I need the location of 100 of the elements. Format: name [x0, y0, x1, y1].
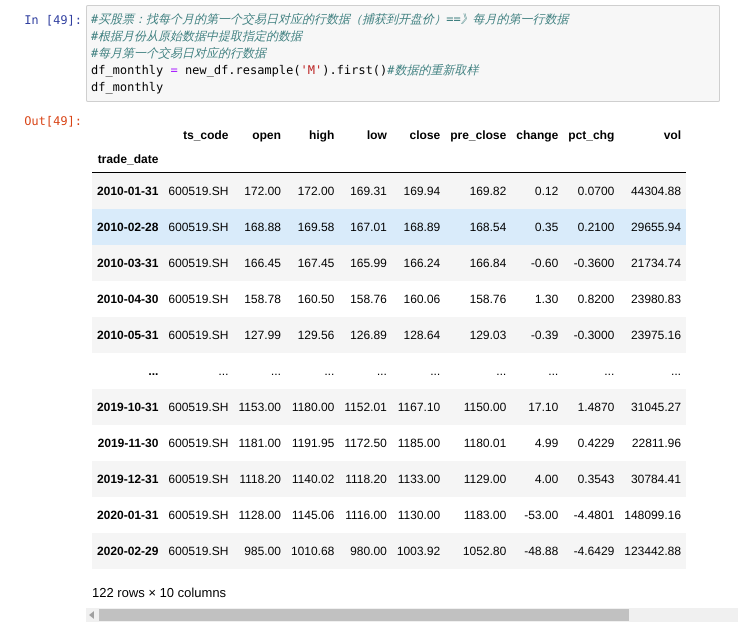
table-cell: 1180.00 — [286, 389, 340, 425]
table-cell: ... — [286, 353, 340, 389]
table-cell: 166.84 — [445, 245, 512, 281]
table-cell: 168.88 — [233, 209, 286, 245]
code-line: #买股票：找每个月的第一个交易日对应的行数据（捕获到开盘价）==》每月的第一行数据 — [91, 11, 571, 28]
table-cell: 167.01 — [339, 209, 392, 245]
row-index: 2010-03-31 — [92, 245, 164, 281]
table-cell: 169.94 — [392, 172, 446, 209]
row-index: 2010-04-30 — [92, 281, 164, 317]
table-cell: -0.39 — [511, 317, 564, 353]
table-cell: 21734.74 — [619, 245, 686, 281]
table-cell: 129.56 — [286, 317, 340, 353]
table-cell: -4.6429 — [563, 533, 620, 569]
table-cell: 1133.00 — [392, 461, 446, 497]
row-index: 2010-01-31 — [92, 172, 164, 209]
scrollbar-thumb[interactable] — [99, 609, 629, 621]
row-index: 2020-01-31 — [92, 497, 164, 533]
table-cell: 980.00 — [339, 533, 392, 569]
table-cell: 128.64 — [392, 317, 446, 353]
code-line: #根据月份从原始数据中提取指定的数据 — [91, 28, 304, 45]
column-header: pre_close — [449, 127, 508, 144]
row-index: 2020-02-29 — [92, 533, 164, 569]
table-cell: 126.89 — [339, 317, 392, 353]
scroll-left-icon[interactable] — [89, 611, 95, 619]
row-index: 2019-10-31 — [92, 389, 164, 425]
table-cell: 1180.01 — [445, 425, 512, 461]
table-cell: 1191.95 — [286, 425, 340, 461]
table-cell: 1052.80 — [445, 533, 512, 569]
table-cell: -53.00 — [511, 497, 564, 533]
table-cell: 167.45 — [286, 245, 340, 281]
table-cell: 169.58 — [286, 209, 340, 245]
table-cell: 600519.SH — [163, 533, 234, 569]
table-cell: 0.4229 — [563, 425, 620, 461]
column-header: pct_chg — [567, 127, 616, 144]
table-cell: 4.00 — [511, 461, 564, 497]
table-cell: 1130.00 — [392, 497, 446, 533]
table-cell: 1185.00 — [392, 425, 446, 461]
table-cell: 0.35 — [511, 209, 564, 245]
table-cell: 600519.SH — [163, 172, 234, 209]
row-index: 2019-11-30 — [92, 425, 164, 461]
table-cell: 158.76 — [445, 281, 512, 317]
table-cell: 600519.SH — [163, 281, 234, 317]
column-header: ts_code — [182, 127, 230, 144]
shape-summary: 122 rows × 10 columns — [92, 585, 228, 600]
table-cell: 1010.68 — [286, 533, 340, 569]
table-cell: 1128.00 — [233, 497, 286, 533]
row-index: 2019-12-31 — [92, 461, 164, 497]
table-cell: 4.99 — [511, 425, 564, 461]
table-cell: 1153.00 — [233, 389, 286, 425]
column-header: open — [251, 127, 282, 144]
table-cell: 1118.20 — [233, 461, 286, 497]
table-cell: 158.76 — [339, 281, 392, 317]
table-cell: 600519.SH — [163, 389, 234, 425]
table-cell: 985.00 — [233, 533, 286, 569]
row-index: 2010-02-28 — [92, 209, 164, 245]
table-cell: 169.82 — [445, 172, 512, 209]
table-cell: 166.45 — [233, 245, 286, 281]
table-cell: ... — [563, 353, 620, 389]
table-cell: 1.4870 — [563, 389, 620, 425]
table-cell: ... — [163, 353, 234, 389]
column-header: close — [408, 127, 442, 144]
code-editor[interactable]: #买股票：找每个月的第一个交易日对应的行数据（捕获到开盘价）==》每月的第一行数据 #根据月份从原始数据中提取指定的数据 #每月第一个交易日对应的行数据 df_monthly = new_df.resample('M').first()#数据的重新取样 df_monthly — [86, 5, 720, 102]
table-cell: 127.99 — [233, 317, 286, 353]
table-cell: ... — [619, 353, 686, 389]
table-cell: ... — [445, 353, 512, 389]
table-cell: 31045.27 — [619, 389, 686, 425]
table-cell: 160.50 — [286, 281, 340, 317]
table-cell: 29655.94 — [619, 209, 686, 245]
table-cell: 0.3543 — [563, 461, 620, 497]
table-cell: 17.10 — [511, 389, 564, 425]
table-cell: 1181.00 — [233, 425, 286, 461]
table-cell: 600519.SH — [163, 425, 234, 461]
code-line: df_monthly = new_df.resample('M').first()#数据的重新取样 — [91, 62, 480, 79]
table-cell: 0.2100 — [563, 209, 620, 245]
table-cell: -0.3600 — [563, 245, 620, 281]
row-index: ... — [92, 353, 164, 389]
table-cell: 0.8200 — [563, 281, 620, 317]
table-cell: -0.60 — [511, 245, 564, 281]
table-cell: 123442.88 — [619, 533, 686, 569]
column-header: vol — [662, 127, 682, 144]
output-prompt: Out[49]: — [23, 113, 83, 130]
table-cell: 600519.SH — [163, 209, 234, 245]
table-cell: ... — [392, 353, 446, 389]
table-cell: 129.03 — [445, 317, 512, 353]
table-cell: 169.31 — [339, 172, 392, 209]
table-cell: 44304.88 — [619, 172, 686, 209]
column-header: high — [308, 127, 336, 144]
table-cell: 1129.00 — [445, 461, 512, 497]
table-cell: 600519.SH — [163, 461, 234, 497]
table-cell: 168.54 — [445, 209, 512, 245]
code-line: df_monthly — [91, 79, 164, 96]
table-cell: 0.0700 — [563, 172, 620, 209]
table-cell: 1118.20 — [339, 461, 392, 497]
table-cell: ... — [511, 353, 564, 389]
input-prompt: In [49]: — [23, 12, 83, 29]
table-cell: 1116.00 — [339, 497, 392, 533]
table-cell: 1183.00 — [445, 497, 512, 533]
table-cell: 23980.83 — [619, 281, 686, 317]
column-header: change — [515, 127, 560, 144]
horizontal-scrollbar[interactable] — [86, 608, 738, 622]
